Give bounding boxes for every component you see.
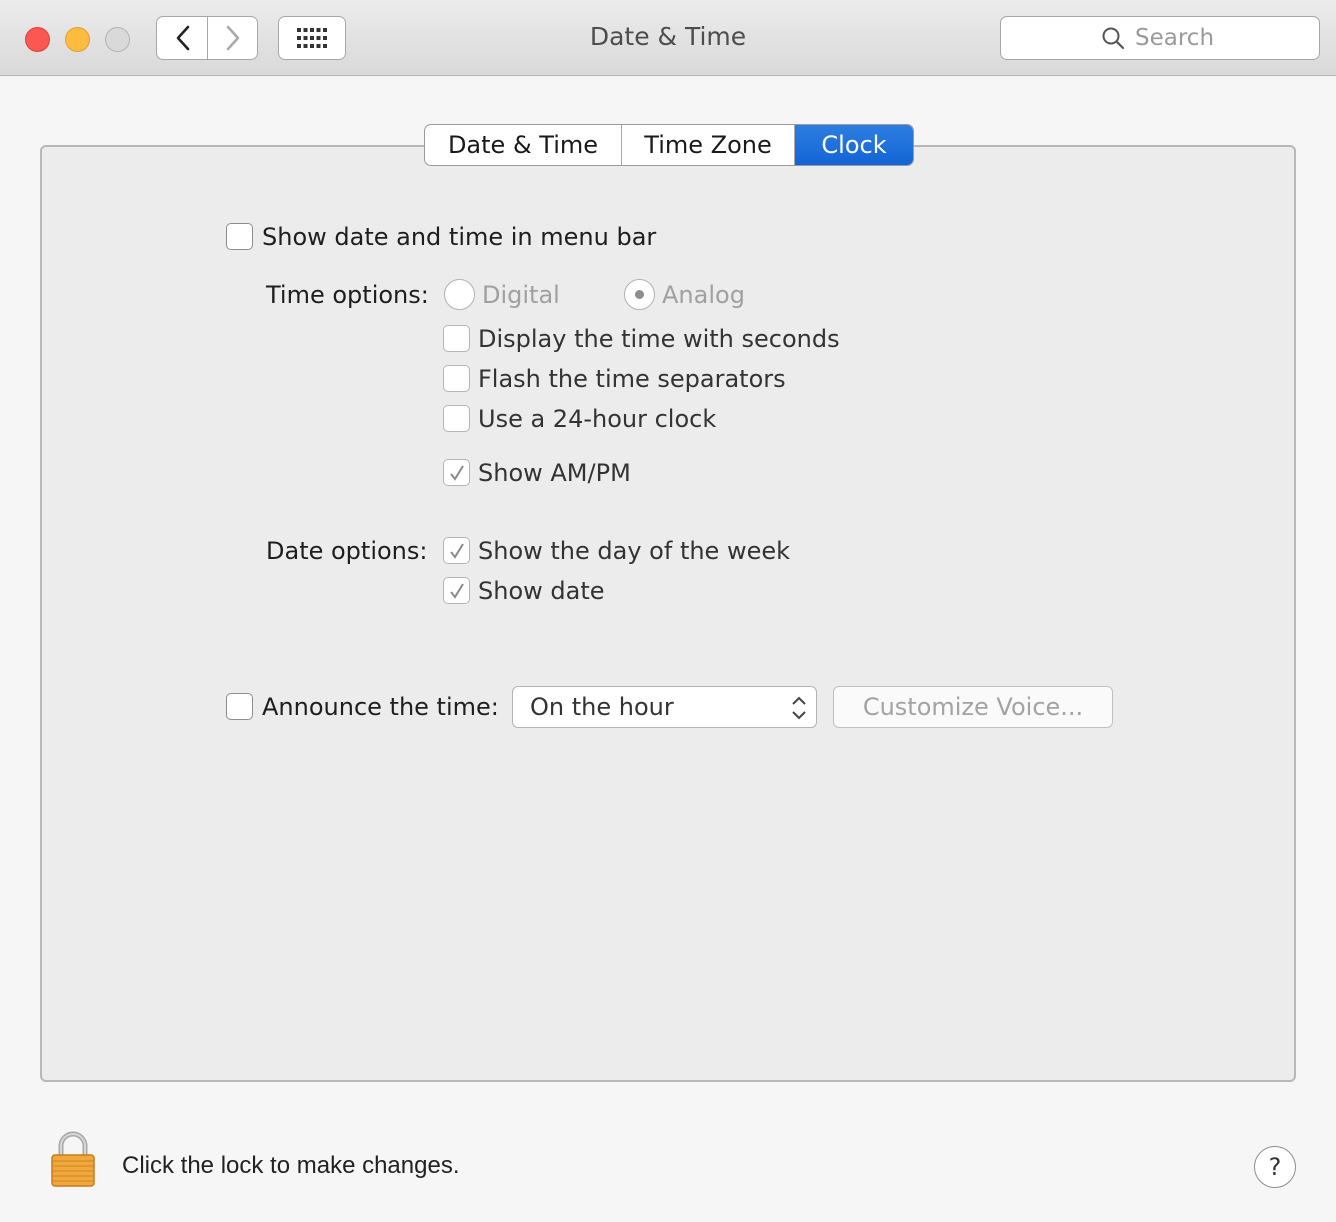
announce-time-checkbox[interactable] xyxy=(226,693,253,720)
date-options-label: Date options: xyxy=(266,537,428,565)
tab-bar: Date & Time Time Zone Clock xyxy=(424,124,914,166)
lock-icon[interactable] xyxy=(50,1131,96,1187)
flash-separators-label: Flash the time separators xyxy=(478,365,786,393)
search-field[interactable] xyxy=(1000,16,1320,60)
announce-interval-select[interactable]: On the hour xyxy=(512,686,817,728)
checkmark-icon xyxy=(449,582,464,599)
digital-radio[interactable] xyxy=(444,279,475,310)
up-down-arrows-icon xyxy=(792,696,806,720)
help-button[interactable]: ? xyxy=(1254,1146,1296,1188)
checkmark-icon xyxy=(449,542,464,559)
digital-label: Digital xyxy=(482,281,560,309)
announce-interval-value: On the hour xyxy=(530,693,674,721)
lock-message: Click the lock to make changes. xyxy=(122,1152,460,1179)
day-of-week-label: Show the day of the week xyxy=(478,537,791,565)
show-in-menu-bar-label: Show date and time in menu bar xyxy=(262,223,657,251)
search-input[interactable] xyxy=(1135,25,1219,51)
seconds-label: Display the time with seconds xyxy=(478,325,840,353)
tab-time-zone[interactable]: Time Zone xyxy=(622,125,795,165)
show-date-checkbox[interactable] xyxy=(443,577,470,604)
tab-clock[interactable]: Clock xyxy=(795,125,913,165)
show-in-menu-bar-checkbox[interactable] xyxy=(226,223,253,250)
24-hour-clock-checkbox[interactable] xyxy=(443,405,470,432)
flash-separators-checkbox[interactable] xyxy=(443,365,470,392)
analog-label: Analog xyxy=(662,281,745,309)
am-pm-label: Show AM/PM xyxy=(478,459,631,487)
customize-voice-button[interactable]: Customize Voice... xyxy=(833,686,1113,728)
time-options-label: Time options: xyxy=(266,281,429,309)
checkmark-icon xyxy=(449,464,464,481)
title-bar: Date & Time xyxy=(0,0,1336,76)
seconds-checkbox[interactable] xyxy=(443,325,470,352)
day-of-week-checkbox[interactable] xyxy=(443,537,470,564)
search-icon xyxy=(1102,27,1125,50)
announce-time-label: Announce the time: xyxy=(262,693,499,721)
24-hour-clock-label: Use a 24-hour clock xyxy=(478,405,717,433)
am-pm-checkbox[interactable] xyxy=(443,459,470,486)
analog-radio[interactable] xyxy=(624,279,655,310)
show-date-label: Show date xyxy=(478,577,605,605)
tab-date-time[interactable]: Date & Time xyxy=(425,125,622,165)
